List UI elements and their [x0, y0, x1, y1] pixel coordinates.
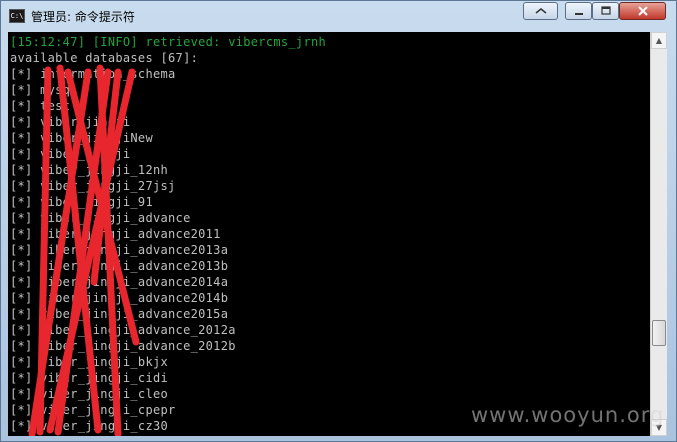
- database-entry: [*] viber_jingji_advance2014b: [10, 291, 229, 305]
- database-entry: [*] viber_jingji_cz30: [10, 419, 169, 433]
- database-entry: [*] test: [10, 99, 71, 113]
- databases-header: available databases [67]:: [10, 51, 199, 65]
- database-entry: [*] viber_jingji_advance2013a: [10, 243, 229, 257]
- title-bar[interactable]: C:\ 管理员: 命令提示符: [1, 1, 676, 33]
- window-title: 管理员: 命令提示符: [31, 10, 135, 24]
- database-entry: [*] viber_jingji_advance2011: [10, 227, 221, 241]
- database-entry: [*] viber_jingji_27jsj: [10, 179, 176, 193]
- close-button[interactable]: [619, 2, 666, 20]
- database-entry: [*] viber_jingji_advance2014a: [10, 275, 229, 289]
- database-entry: [*] viber_jingji_91: [10, 195, 153, 209]
- database-entry: [*] viber_jingji_advance_2012b: [10, 339, 236, 353]
- database-entry: [*] viber_jingji_cleo: [10, 387, 169, 401]
- restore-button[interactable]: [523, 2, 558, 20]
- vertical-scrollbar[interactable]: ▲ ▼: [650, 32, 667, 436]
- database-entry: [*] information_schema: [10, 67, 176, 81]
- cmd-app-icon[interactable]: C:\: [9, 9, 25, 23]
- info-line: [15:12:47] [INFO] retrieved: vibercms_jr…: [10, 35, 327, 49]
- scroll-up-arrow-icon[interactable]: ▲: [651, 32, 667, 49]
- database-entry: [*] viber_jingji_cpepr: [10, 403, 176, 417]
- database-entry: [*] viber_jingji_advance2015a: [10, 307, 229, 321]
- database-entry: [*] viber_jingji: [10, 147, 131, 161]
- restore-icon: [535, 8, 546, 14]
- database-entry: [*] viber_jingji_advance: [10, 211, 191, 225]
- close-icon: [637, 6, 648, 16]
- database-entry: [*] viber_jingji: [10, 115, 131, 129]
- database-entry: [*] viber_jingji_bkjx: [10, 355, 169, 369]
- minimize-button[interactable]: [565, 2, 592, 20]
- maximize-icon: [600, 6, 611, 15]
- watermark: www.wooyun.org: [471, 403, 665, 427]
- database-entry: [*] mysql: [10, 83, 78, 97]
- cmd-window: C:\ 管理员: 命令提示符 [15:12:47] [INFO] retriev…: [0, 0, 677, 442]
- database-entry: [*] viber_jingji_12nh: [10, 163, 169, 177]
- console-output[interactable]: [15:12:47] [INFO] retrieved: vibercms_jr…: [8, 32, 650, 436]
- scroll-thumb[interactable]: [652, 320, 666, 346]
- database-entry: [*] viber_jingjiNew: [10, 131, 153, 145]
- database-entry: [*] viber_jingji_advance_2012a: [10, 323, 236, 337]
- database-entry: [*] viber_jingji_cidi: [10, 371, 169, 385]
- maximize-button[interactable]: [592, 2, 619, 20]
- minimize-icon: [574, 13, 583, 15]
- database-entry: [*] viber_jingji_advance2013b: [10, 259, 229, 273]
